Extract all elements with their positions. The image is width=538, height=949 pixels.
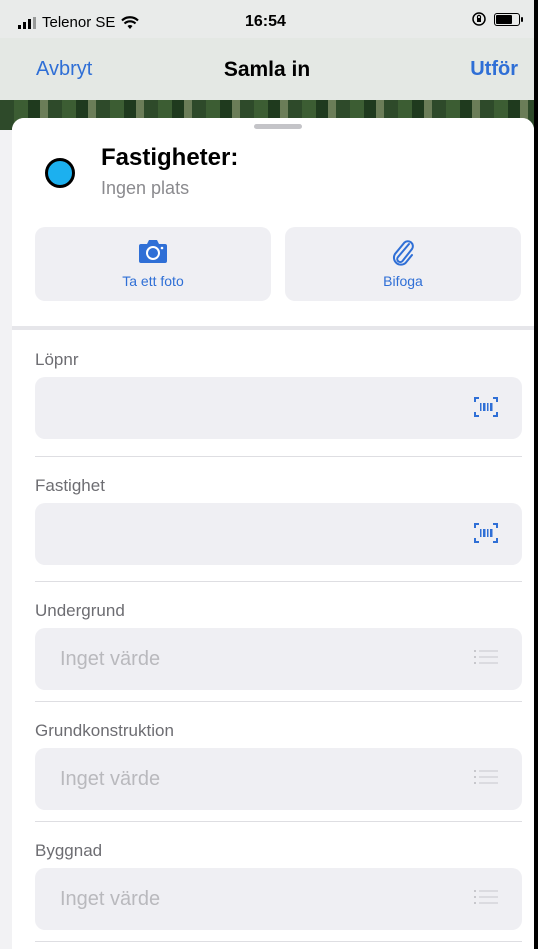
lopnr-input[interactable] — [35, 377, 522, 439]
grundkonstruktion-select[interactable]: Inget värde — [35, 748, 522, 810]
fastighet-input[interactable] — [35, 503, 522, 565]
field-divider — [35, 581, 522, 582]
status-bar: Telenor SE 16:54 — [0, 0, 534, 38]
page-title: Samla in — [223, 58, 311, 81]
field-placeholder: Inget värde — [60, 888, 161, 910]
take-photo-label: Ta ett foto — [122, 273, 184, 289]
barcode-scan-icon[interactable] — [474, 396, 498, 418]
take-photo-button[interactable]: Ta ett foto — [35, 227, 271, 301]
list-icon — [474, 890, 498, 904]
attribute-form: Löpnr Fastighet Undergrund Inget värde G… — [12, 330, 534, 949]
field-divider — [35, 941, 522, 942]
field-label: Undergrund — [35, 601, 125, 620]
list-icon — [474, 770, 498, 784]
navigation-bar: Avbryt Samla in Utför — [0, 38, 534, 100]
attach-button[interactable]: Bifoga — [285, 227, 521, 301]
undergrund-select[interactable]: Inget värde — [35, 628, 522, 690]
feature-location: Ingen plats — [101, 178, 190, 198]
sheet-grabber[interactable] — [254, 124, 302, 129]
byggnad-select[interactable]: Inget värde — [35, 868, 522, 930]
sheet-header: Fastigheter: Ingen plats Ta ett foto Bif… — [12, 118, 534, 326]
field-label: Grundkonstruktion — [35, 721, 174, 740]
feature-symbol-icon — [45, 158, 75, 188]
field-placeholder: Inget värde — [60, 768, 161, 790]
battery-icon — [494, 12, 523, 26]
done-button[interactable]: Utför — [470, 58, 518, 81]
status-time: 16:54 — [245, 13, 286, 30]
field-placeholder: Inget värde — [60, 648, 161, 670]
attach-label: Bifoga — [383, 273, 423, 289]
field-divider — [35, 821, 522, 822]
list-icon — [474, 650, 498, 664]
signal-icon — [18, 16, 36, 29]
camera-icon — [139, 240, 167, 263]
field-divider — [35, 456, 522, 457]
status-right — [472, 12, 523, 26]
field-label: Löpnr — [35, 350, 79, 369]
field-label: Fastighet — [35, 476, 105, 495]
field-label: Byggnad — [35, 841, 103, 860]
feature-title: Fastigheter: — [101, 144, 239, 171]
paperclip-icon — [392, 240, 414, 266]
orientation-lock-icon — [472, 12, 486, 26]
field-divider — [35, 701, 522, 702]
barcode-scan-icon[interactable] — [474, 522, 498, 544]
app-frame: Telenor SE 16:54 Avbryt Samla in Utför F… — [0, 0, 538, 949]
carrier: Telenor SE — [18, 14, 140, 31]
carrier-name: Telenor SE — [42, 14, 116, 31]
collect-sheet: Fastigheter: Ingen plats Ta ett foto Bif… — [12, 118, 534, 949]
wifi-icon — [121, 15, 140, 29]
